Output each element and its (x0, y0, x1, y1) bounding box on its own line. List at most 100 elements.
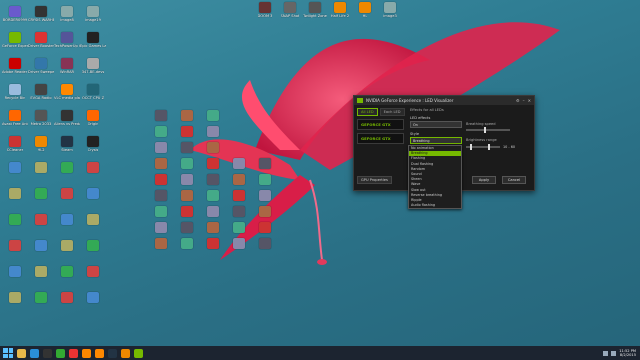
xbox-icon[interactable] (56, 348, 65, 358)
desktop-icon[interactable] (200, 174, 226, 186)
desktop-icon[interactable] (148, 206, 174, 218)
desktop-icon[interactable]: TechPowerUp GPU-Z (54, 32, 80, 48)
desktop-icon[interactable]: Recycle Bin (2, 84, 28, 100)
desktop-icon[interactable] (54, 188, 80, 200)
desktop-icon[interactable] (174, 190, 200, 202)
desktop-icon[interactable] (28, 240, 54, 252)
desktop-icon[interactable] (28, 188, 54, 200)
desktop-icon[interactable] (252, 174, 278, 186)
desktop-icon[interactable]: CRYSIS WARHEAD (28, 6, 54, 22)
vlc-icon[interactable] (95, 348, 104, 358)
network-icon[interactable] (603, 350, 609, 356)
desktop-icon[interactable] (226, 158, 252, 170)
style-select[interactable]: Breathing (410, 137, 462, 144)
settings-gear-icon[interactable]: ⚙ (516, 98, 520, 103)
desktop-icon[interactable] (54, 292, 80, 304)
chrome-icon[interactable] (69, 348, 78, 358)
apply-button[interactable]: Apply (472, 176, 496, 184)
desktop-icon[interactable]: Aliens vs Predator (54, 110, 80, 126)
desktop-icon[interactable]: OCCT CPU Z (80, 84, 106, 100)
desktop-icon[interactable]: Half Life 2 (327, 2, 353, 18)
desktop-icon[interactable] (252, 222, 278, 234)
desktop-icon[interactable]: GeForce Experience (2, 32, 28, 48)
desktop-icon[interactable] (226, 190, 252, 202)
hl-icon[interactable] (121, 348, 130, 358)
desktop-icon[interactable] (226, 174, 252, 186)
desktop-icon[interactable] (174, 206, 200, 218)
desktop-icon[interactable] (148, 126, 174, 138)
store-icon[interactable] (43, 348, 52, 358)
desktop-icon[interactable] (226, 222, 252, 234)
start-button[interactable] (3, 348, 13, 358)
desktop-icon[interactable] (148, 158, 174, 170)
desktop-icon[interactable] (148, 222, 174, 234)
desktop-icon[interactable]: Adobe Reader XI (2, 58, 28, 74)
desktop-icon[interactable]: HL (352, 2, 378, 18)
desktop-icon[interactable] (200, 222, 226, 234)
desktop-icon[interactable]: image19 (80, 6, 106, 22)
desktop-icon[interactable] (28, 266, 54, 278)
desktop-icon[interactable] (80, 266, 106, 278)
tab-all-led[interactable]: All LED (357, 108, 378, 116)
desktop-icon[interactable]: WinRAR (54, 58, 80, 74)
desktop-icon[interactable] (2, 188, 28, 200)
desktop-icon[interactable] (252, 206, 278, 218)
breathing-speed-slider[interactable] (466, 127, 510, 133)
desktop-icon[interactable] (148, 142, 174, 154)
desktop-icon[interactable]: image3 (377, 2, 403, 18)
desktop-icon[interactable]: Steam (54, 136, 80, 152)
desktop-icon[interactable]: SNAP Shot (277, 2, 303, 18)
cancel-button[interactable]: Cancel (502, 176, 526, 184)
desktop-icon[interactable] (54, 266, 80, 278)
desktop-icon[interactable] (54, 240, 80, 252)
file-explorer-icon[interactable] (17, 348, 26, 358)
style-dropdown-list[interactable]: No animation Breathing Flashing Dual flashi… (408, 145, 462, 210)
dropdown-option[interactable]: Audio flashing (409, 203, 461, 208)
desktop-icon[interactable]: Origin (80, 110, 106, 126)
desktop-icon[interactable] (80, 240, 106, 252)
desktop-icon[interactable] (54, 214, 80, 226)
desktop-icon[interactable] (226, 238, 252, 250)
desktop-icon[interactable]: Metro 2033 (28, 110, 54, 126)
desktop-icon[interactable] (174, 222, 200, 234)
desktop-icon[interactable] (2, 240, 28, 252)
desktop-icon[interactable]: Driver Booster 2 (28, 32, 54, 48)
close-button[interactable]: ✕ (528, 98, 531, 103)
led-effects-select[interactable]: On (410, 121, 462, 128)
minimize-button[interactable]: – (523, 98, 525, 103)
desktop-icon[interactable] (80, 292, 106, 304)
steam-icon[interactable] (108, 348, 117, 358)
desktop-icon[interactable]: CCleaner (2, 136, 28, 152)
desktop-icon[interactable]: Avast Free Antivirus (2, 110, 28, 126)
desktop-icon[interactable]: Epic Games Launcher (80, 32, 106, 48)
desktop-icon[interactable]: Driver Sweeper (28, 58, 54, 74)
gpu-item[interactable]: GEFORCE GTX (357, 119, 404, 130)
desktop-icon[interactable] (252, 238, 278, 250)
ie-icon[interactable] (30, 348, 39, 358)
desktop-icon[interactable] (2, 292, 28, 304)
desktop-icon[interactable] (28, 214, 54, 226)
desktop-icon[interactable]: Crysis (80, 136, 106, 152)
desktop-icon[interactable] (200, 190, 226, 202)
slider-knob[interactable] (484, 127, 486, 133)
desktop-icon[interactable] (174, 238, 200, 250)
desktop-icon[interactable] (2, 162, 28, 174)
brightness-slider[interactable] (466, 144, 500, 150)
window-titlebar[interactable]: NVIDIA GeForce Experience : LED Visualiz… (354, 96, 534, 105)
firefox-icon[interactable] (82, 348, 91, 358)
desktop-icon[interactable] (148, 190, 174, 202)
desktop-icon[interactable] (54, 162, 80, 174)
desktop-icon[interactable] (28, 162, 54, 174)
desktop-icon[interactable] (80, 162, 106, 174)
desktop-icon[interactable]: image8 (54, 6, 80, 22)
desktop-icon[interactable] (200, 110, 226, 122)
desktop-icon[interactable] (252, 190, 278, 202)
desktop-icon[interactable]: DOOM 3 (252, 2, 278, 18)
desktop-icon[interactable] (200, 238, 226, 250)
desktop-icon[interactable] (200, 126, 226, 138)
desktop-icon[interactable] (174, 142, 200, 154)
desktop-icon[interactable] (200, 206, 226, 218)
desktop-icon[interactable]: BORDER0999 (2, 6, 28, 22)
desktop-icon[interactable] (200, 142, 226, 154)
desktop-icon[interactable] (148, 174, 174, 186)
